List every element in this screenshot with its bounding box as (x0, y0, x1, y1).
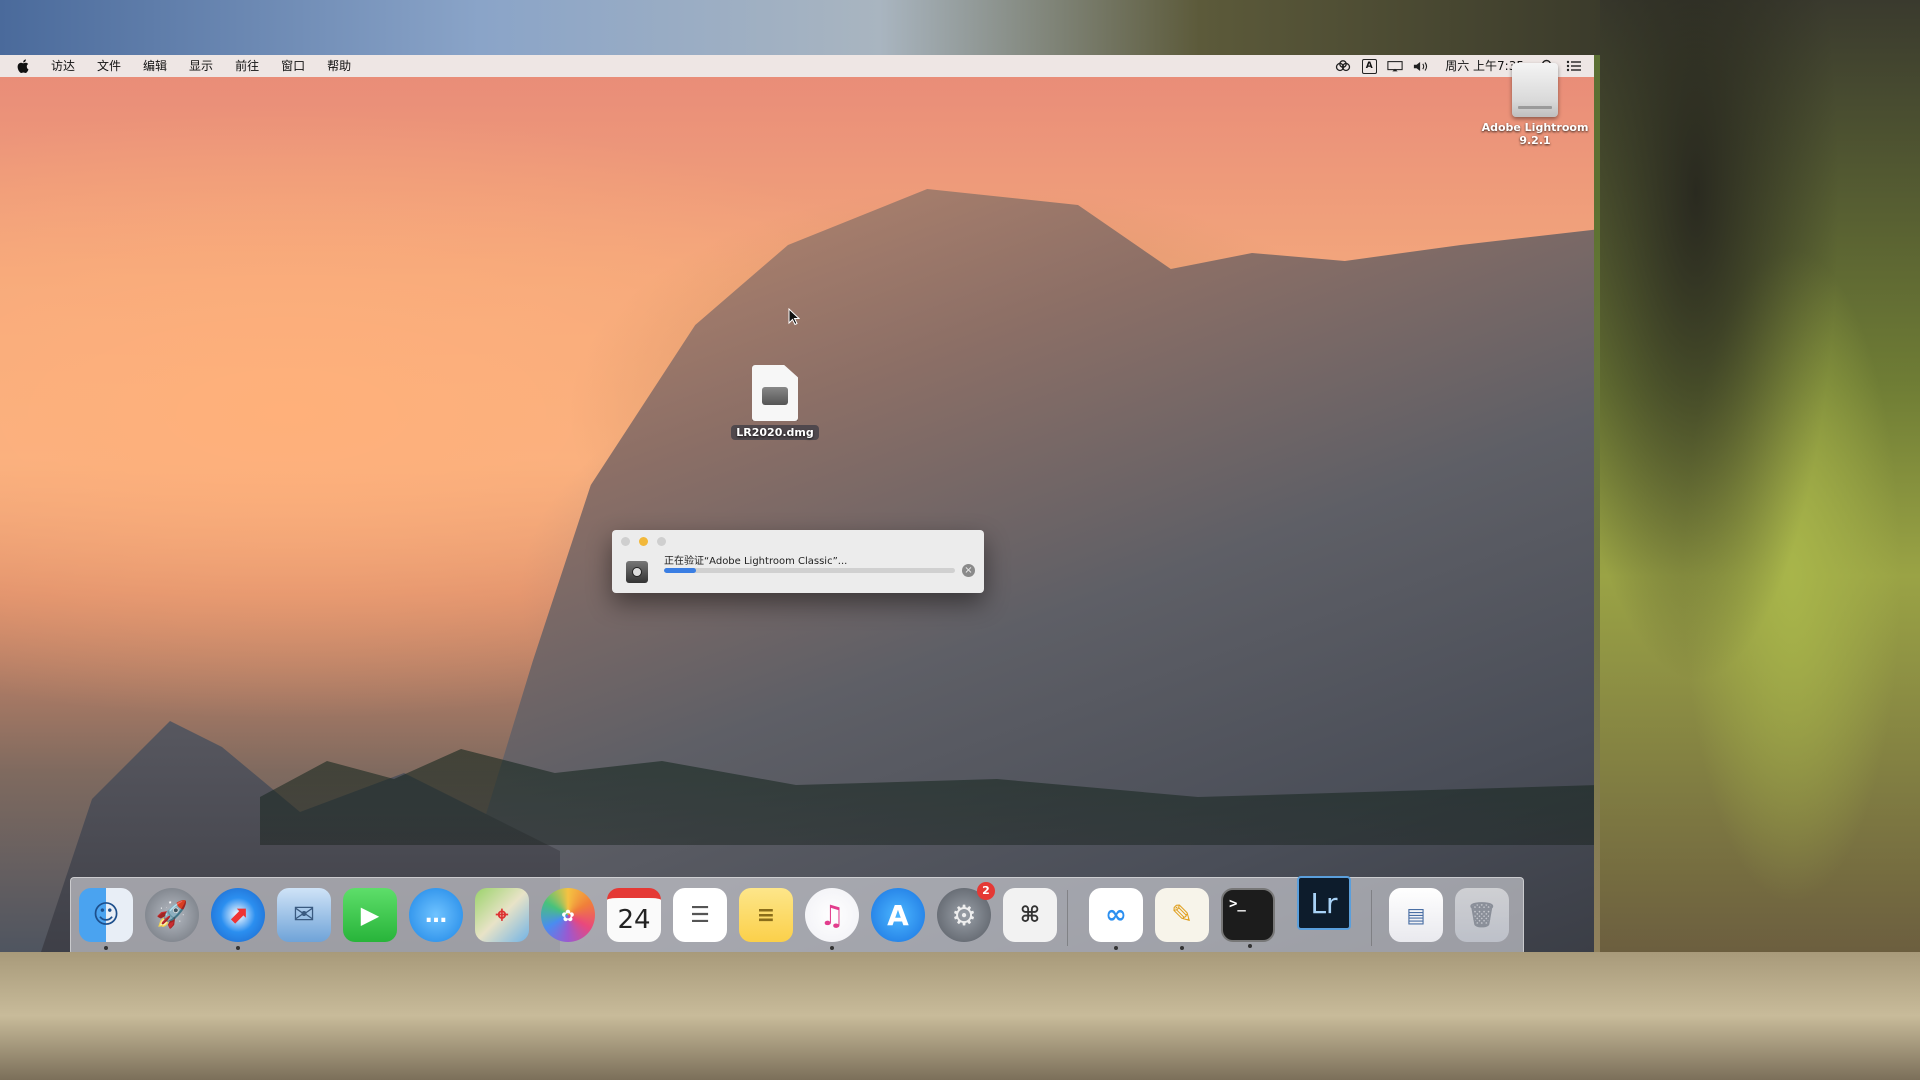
update-badge: 2 (977, 882, 995, 900)
mac-desktop-screen: 访达 文件 编辑 显示 前往 窗口 帮助 A 周六 上午7:35 Adobe L… (0, 55, 1594, 952)
facetime-icon[interactable]: ▶ (343, 888, 397, 942)
running-indicator (830, 946, 834, 950)
mouse-cursor-icon (788, 308, 800, 326)
script-editor-icon[interactable]: ✎ (1155, 888, 1209, 950)
running-indicator (1248, 944, 1252, 948)
menu-finder[interactable]: 访达 (40, 55, 86, 77)
background-photo-top (0, 0, 1600, 55)
dock: ☺ 🚀 ⬈ ✉ ▶ … ⌖ ✿ 24 ☰ ≡ ♫ A ⚙ 2 ⌘ ∞ ✎ >_ … (70, 876, 1524, 952)
screenshot-icon[interactable]: ⌘ (1003, 888, 1057, 942)
volume-label-line2: 9.2.1 (1519, 134, 1551, 147)
menu-window[interactable]: 窗口 (270, 55, 316, 77)
launchpad-icon[interactable]: 🚀 (145, 888, 199, 942)
verify-progress-bar (664, 568, 955, 573)
background-photo-bottom (0, 952, 1920, 1080)
menu-file[interactable]: 文件 (86, 55, 132, 77)
menu-view[interactable]: 显示 (178, 55, 224, 77)
maps-icon[interactable]: ⌖ (475, 888, 529, 942)
lightroom-icon[interactable]: Lr (1297, 876, 1351, 930)
close-button[interactable] (621, 537, 630, 546)
documents-stack-icon[interactable]: ▤ (1389, 888, 1443, 942)
messages-icon[interactable]: … (409, 888, 463, 942)
menu-go[interactable]: 前往 (224, 55, 270, 77)
verify-progress-fill (664, 568, 696, 573)
dmg-file-icon (752, 365, 798, 421)
apple-menu-icon[interactable] (16, 59, 30, 73)
lightroom-label: Lr (1310, 886, 1338, 920)
menu-bar: 访达 文件 编辑 显示 前往 窗口 帮助 A 周六 上午7:35 (0, 55, 1594, 77)
menu-help[interactable]: 帮助 (316, 55, 362, 77)
app-store-icon[interactable]: A (871, 888, 925, 942)
itunes-icon[interactable]: ♫ (805, 888, 859, 950)
desktop-volume-adobe-lightroom[interactable]: Adobe Lightroom 9.2.1 (1480, 63, 1590, 147)
volume-icon[interactable] (1413, 59, 1429, 73)
volume-label-line1: Adobe Lightroom (1481, 121, 1589, 134)
notes-icon[interactable]: ≡ (739, 888, 793, 942)
running-indicator (1180, 946, 1184, 950)
verify-message: 正在验证“Adobe Lightroom Classic”... (664, 556, 848, 567)
running-indicator (1114, 946, 1118, 950)
baidu-netdisk-icon[interactable]: ∞ (1089, 888, 1143, 950)
desktop-file-lr2020-dmg[interactable]: LR2020.dmg (730, 365, 820, 440)
system-preferences-icon[interactable]: ⚙ 2 (937, 882, 995, 942)
zoom-button[interactable] (657, 537, 666, 546)
dock-separator (1371, 890, 1372, 946)
background-photo-right (1600, 0, 1920, 960)
input-source-label: A (1361, 58, 1377, 74)
trash-icon[interactable]: 🗑 (1455, 888, 1509, 942)
disk-image-icon (626, 561, 648, 583)
safari-icon[interactable]: ⬈ (211, 888, 265, 950)
mail-icon[interactable]: ✉ (277, 888, 331, 942)
dock-separator (1067, 890, 1068, 946)
photos-icon[interactable]: ✿ (541, 888, 595, 942)
terminal-prompt: >_ (1229, 896, 1246, 912)
airplay-display-icon[interactable] (1387, 59, 1403, 73)
menu-edit[interactable]: 编辑 (132, 55, 178, 77)
reminders-icon[interactable]: ☰ (673, 888, 727, 942)
running-indicator (236, 946, 240, 950)
minimize-button[interactable] (639, 537, 648, 546)
creative-cloud-icon[interactable] (1335, 59, 1351, 73)
dmg-file-label: LR2020.dmg (731, 425, 819, 440)
cancel-verify-button[interactable]: × (962, 564, 975, 577)
calendar-icon[interactable]: 24 (607, 888, 661, 942)
verify-progress-dialog: 正在验证“Adobe Lightroom Classic”... × (612, 530, 984, 593)
finder-icon[interactable]: ☺ (79, 888, 133, 950)
input-source-icon[interactable]: A (1361, 58, 1377, 74)
disk-image-volume-icon (1512, 63, 1558, 117)
running-indicator (104, 946, 108, 950)
calendar-day: 24 (617, 905, 651, 935)
terminal-icon[interactable]: >_ (1221, 888, 1275, 948)
close-icon: × (964, 565, 973, 576)
